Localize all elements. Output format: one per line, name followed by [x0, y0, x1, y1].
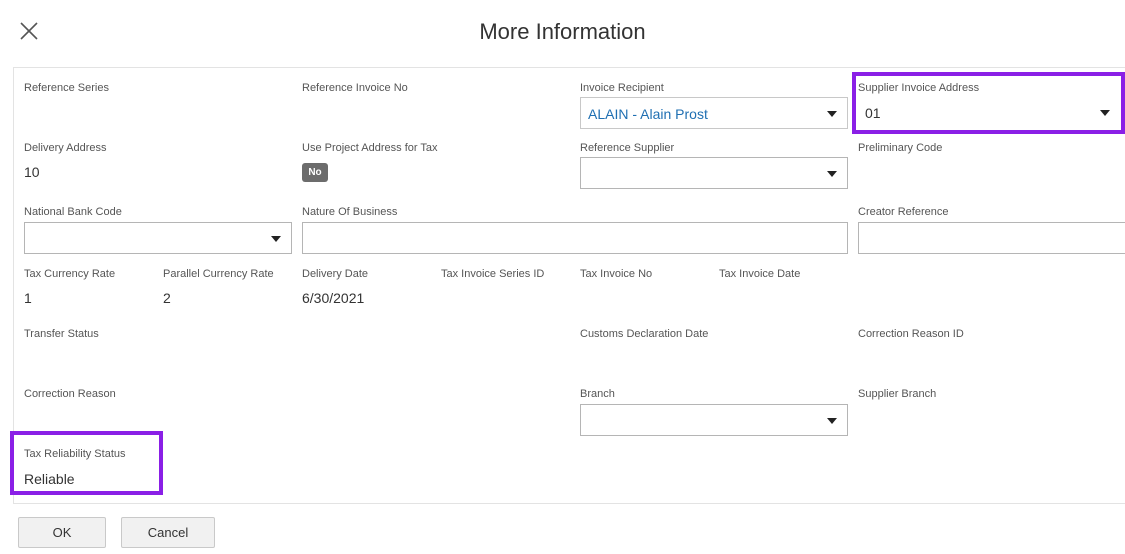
delivery-date-value: 6/30/2021 [302, 290, 365, 306]
use-project-address-label: Use Project Address for Tax [302, 142, 438, 154]
correction-reason-id-label: Correction Reason ID [858, 328, 964, 340]
invoice-recipient-label: Invoice Recipient [580, 82, 664, 94]
branch-select[interactable] [580, 404, 848, 436]
chevron-down-icon [827, 171, 837, 177]
supplier-branch-label: Supplier Branch [858, 388, 937, 400]
branch-label: Branch [580, 388, 615, 400]
tax-invoice-series-id-label: Tax Invoice Series ID [441, 268, 545, 280]
tax-invoice-date-label: Tax Invoice Date [719, 268, 801, 280]
nature-of-business-label: Nature Of Business [302, 206, 398, 218]
preliminary-code-label: Preliminary Code [858, 142, 943, 154]
parallel-currency-rate-value: 2 [163, 290, 171, 306]
national-bank-code-label: National Bank Code [24, 206, 122, 218]
invoice-recipient-select[interactable]: ALAIN - Alain Prost [580, 97, 848, 129]
delivery-address-label: Delivery Address [24, 142, 107, 154]
national-bank-code-select[interactable] [24, 222, 292, 254]
cancel-button[interactable]: Cancel [121, 517, 215, 548]
form-panel [13, 67, 1125, 504]
tax-reliability-status-label: Tax Reliability Status [24, 448, 126, 460]
creator-reference-label: Creator Reference [858, 206, 949, 218]
chevron-down-icon [827, 111, 837, 117]
dialog-header: More Information [0, 0, 1125, 64]
nature-of-business-input[interactable] [302, 222, 848, 254]
chevron-down-icon [271, 236, 281, 242]
reference-supplier-select[interactable] [580, 157, 848, 189]
reference-series-label: Reference Series [24, 82, 109, 94]
dialog-title: More Information [479, 19, 646, 44]
invoice-recipient-value: ALAIN - Alain Prost [588, 106, 708, 122]
delivery-date-label: Delivery Date [302, 268, 369, 280]
chevron-down-icon [1100, 110, 1110, 116]
ok-button[interactable]: OK [18, 517, 106, 548]
delivery-address-value: 10 [24, 164, 40, 180]
chevron-down-icon [827, 418, 837, 424]
reference-invoice-no-label: Reference Invoice No [302, 82, 408, 94]
correction-reason-label: Correction Reason [24, 388, 116, 400]
tax-invoice-no-label: Tax Invoice No [580, 268, 653, 280]
reference-supplier-label: Reference Supplier [580, 142, 675, 154]
supplier-invoice-address-select[interactable]: 01 [858, 97, 1122, 129]
parallel-currency-rate-label: Parallel Currency Rate [163, 268, 274, 280]
tax-reliability-status-value: Reliable [24, 471, 75, 487]
supplier-invoice-address-label: Supplier Invoice Address [858, 82, 980, 94]
more-information-dialog: More Information Reference Series Refere… [0, 0, 1125, 554]
transfer-status-label: Transfer Status [24, 328, 99, 340]
tax-currency-rate-value: 1 [24, 290, 32, 306]
customs-declaration-date-label: Customs Declaration Date [580, 328, 709, 340]
supplier-invoice-address-value: 01 [865, 105, 881, 121]
use-project-address-toggle[interactable]: No [302, 163, 328, 182]
creator-reference-input[interactable] [858, 222, 1125, 254]
tax-currency-rate-label: Tax Currency Rate [24, 268, 116, 280]
